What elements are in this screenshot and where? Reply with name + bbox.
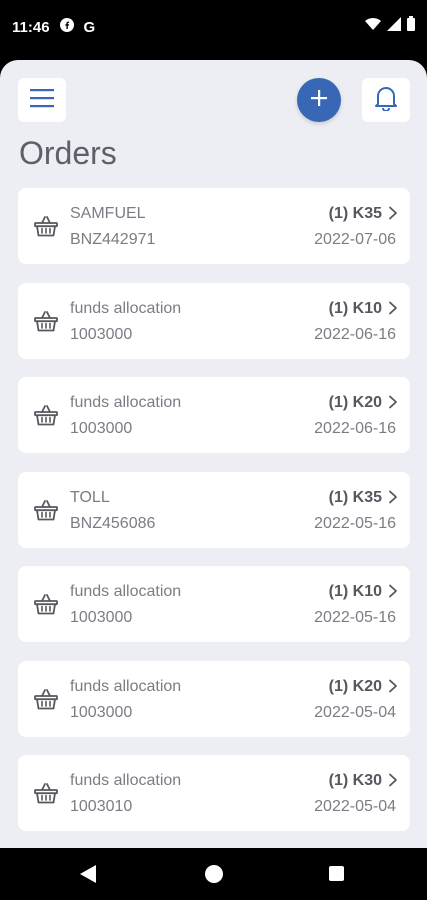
menu-button[interactable] xyxy=(18,78,66,122)
chevron-right-icon xyxy=(388,584,398,598)
add-order-button[interactable] xyxy=(297,78,341,122)
order-reference: 1003000 xyxy=(70,703,133,721)
status-right xyxy=(365,16,415,36)
order-amount: (1) K20 xyxy=(328,677,382,695)
order-reference: 1003000 xyxy=(70,325,133,343)
order-name: funds allocation xyxy=(70,583,182,600)
recents-icon[interactable] xyxy=(329,866,344,881)
chevron-right-icon xyxy=(388,206,398,220)
order-name: funds allocation xyxy=(70,299,182,317)
page-title: Orders xyxy=(19,135,117,171)
notifications-button[interactable] xyxy=(362,78,410,122)
basket-icon xyxy=(34,215,58,237)
order-date: 2022-06-16 xyxy=(314,325,396,343)
order-reference: BNZ456086 xyxy=(70,514,156,532)
battery-icon xyxy=(407,16,415,36)
chevron-right-icon xyxy=(388,773,398,787)
status-time: 11:46 xyxy=(12,18,50,36)
plus-icon xyxy=(310,89,328,112)
hamburger-icon xyxy=(30,88,54,113)
order-name: funds allocation xyxy=(70,677,182,695)
basket-icon xyxy=(34,688,58,710)
order-card[interactable]: TOLL BNZ456086 (1) K35 2022-05-16 xyxy=(18,471,410,548)
order-date: 2022-05-04 xyxy=(314,798,396,815)
order-amount: (1) K30 xyxy=(328,772,382,789)
signal-icon xyxy=(387,16,401,36)
basket-icon xyxy=(34,310,58,332)
chevron-right-icon xyxy=(388,679,398,693)
basket-icon xyxy=(34,782,58,804)
order-amount: (1) K20 xyxy=(328,394,382,411)
google-icon: G xyxy=(83,18,96,36)
basket-icon xyxy=(34,593,58,615)
order-date: 2022-07-06 xyxy=(314,231,396,248)
order-name: funds allocation xyxy=(70,772,182,789)
order-card[interactable]: funds allocation 1003010 (1) K30 2022-05… xyxy=(18,755,410,831)
order-card[interactable]: funds allocation 1003000 (1) K10 2022-06… xyxy=(18,282,410,359)
basket-icon xyxy=(34,404,58,426)
chevron-right-icon xyxy=(388,490,398,504)
order-reference: 1003000 xyxy=(70,420,133,437)
order-reference: 1003010 xyxy=(70,798,133,815)
order-date: 2022-05-04 xyxy=(314,703,396,721)
order-list: SAMFUEL BNZ442971 (1) K35 2022-07-06 fun… xyxy=(18,188,410,848)
navigation-bar xyxy=(0,848,427,900)
bell-icon xyxy=(374,85,398,116)
back-icon[interactable] xyxy=(80,865,96,888)
order-reference: 1003000 xyxy=(70,609,133,626)
order-date: 2022-06-16 xyxy=(314,420,396,437)
order-card[interactable]: SAMFUEL BNZ442971 (1) K35 2022-07-06 xyxy=(18,188,410,264)
order-date: 2022-05-16 xyxy=(314,609,396,626)
status-left: 11:46 G xyxy=(12,18,95,36)
order-date: 2022-05-16 xyxy=(314,514,396,532)
facebook-icon xyxy=(59,18,74,36)
basket-icon xyxy=(34,499,58,521)
order-amount: (1) K10 xyxy=(328,583,382,600)
order-card[interactable]: funds allocation 1003000 (1) K20 2022-06… xyxy=(18,377,410,453)
chevron-right-icon xyxy=(388,301,398,315)
order-amount: (1) K35 xyxy=(328,205,382,222)
order-card[interactable]: funds allocation 1003000 (1) K10 2022-05… xyxy=(18,566,410,642)
status-bar: 11:46 G xyxy=(0,0,427,60)
order-amount: (1) K35 xyxy=(328,488,382,506)
order-name: funds allocation xyxy=(70,394,182,411)
order-reference: BNZ442971 xyxy=(70,231,156,248)
wifi-icon xyxy=(365,17,381,36)
order-name: TOLL xyxy=(70,488,110,506)
order-amount: (1) K10 xyxy=(328,299,382,317)
order-name: SAMFUEL xyxy=(70,205,146,222)
home-icon[interactable] xyxy=(205,865,223,883)
app-screen: Orders SAMFUEL BNZ442971 (1) K35 2022-07… xyxy=(0,60,427,848)
order-card[interactable]: funds allocation 1003000 (1) K20 2022-05… xyxy=(18,660,410,737)
chevron-right-icon xyxy=(388,395,398,409)
top-bar xyxy=(0,78,427,122)
